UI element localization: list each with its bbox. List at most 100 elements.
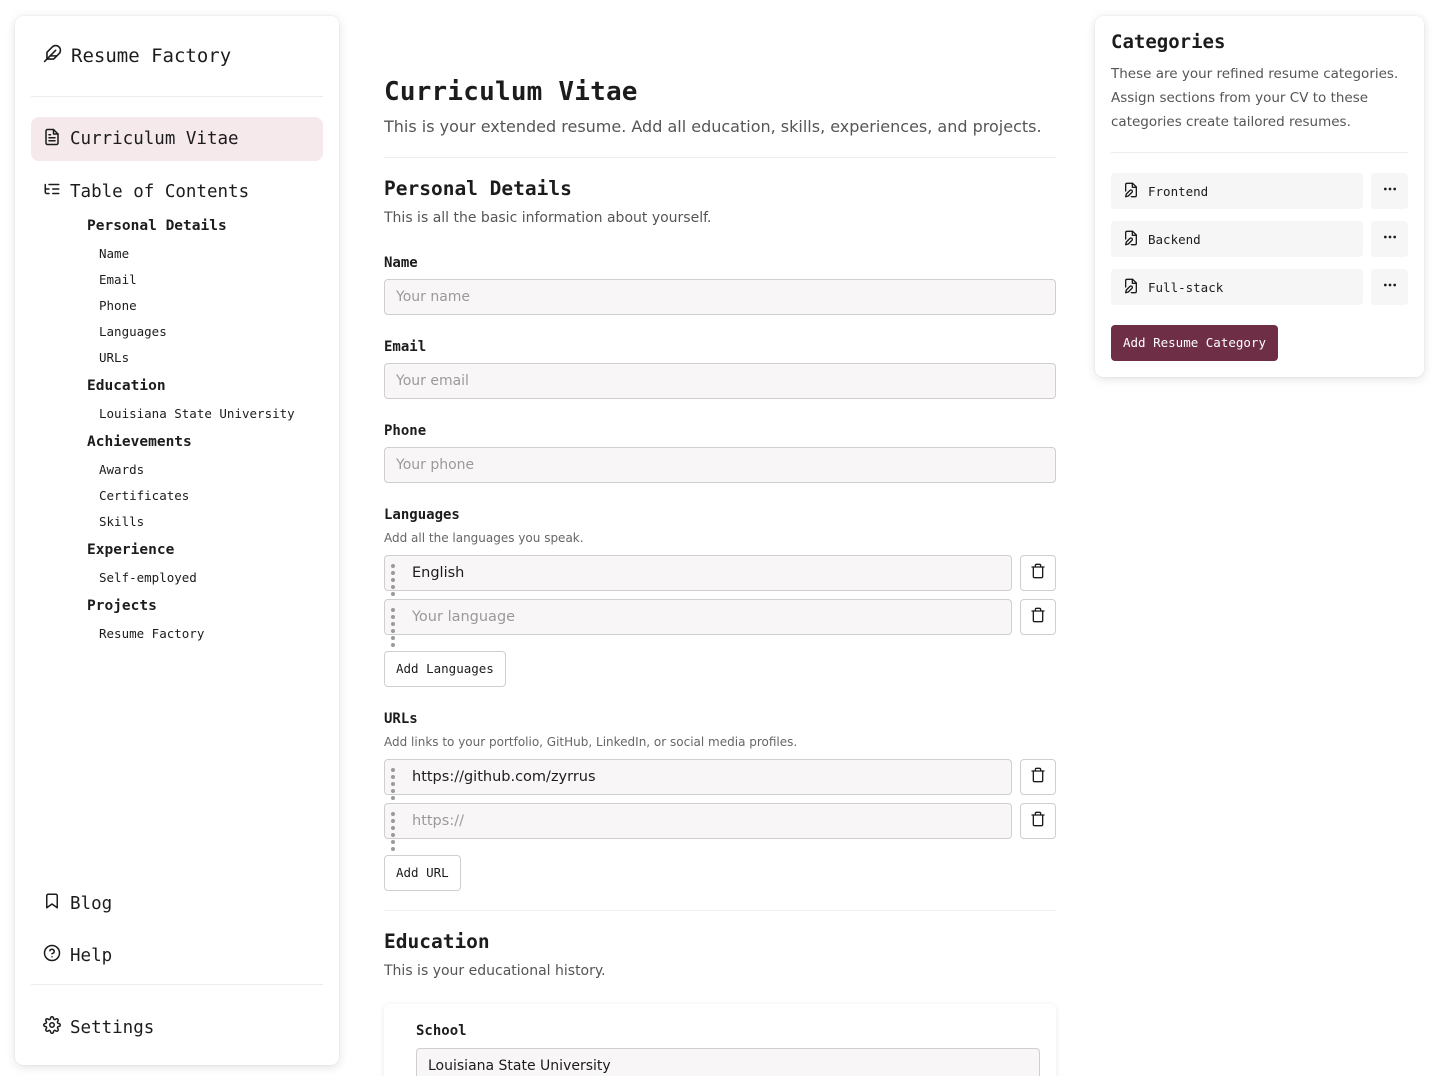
- category-label: Backend: [1148, 231, 1201, 247]
- email-field[interactable]: Your email: [384, 363, 1056, 399]
- toc-link-urls[interactable]: URLs: [87, 346, 327, 372]
- page-title: Curriculum Vitae: [384, 77, 638, 107]
- category-more-button[interactable]: [1371, 269, 1408, 305]
- trash-icon: [1030, 767, 1046, 787]
- delete-url-button[interactable]: [1020, 803, 1056, 839]
- personal-details-description: This is all the basic information about …: [384, 210, 712, 226]
- drag-handle-icon[interactable]: [389, 563, 403, 603]
- categories-title: Categories: [1111, 31, 1226, 53]
- list-tree-icon: [43, 180, 61, 203]
- url-field[interactable]: https://github.com/zyrrus: [384, 759, 1012, 807]
- categories-description: These are your refined resume categories…: [1111, 66, 1399, 130]
- category-more-button[interactable]: [1371, 221, 1408, 257]
- table-of-contents: Personal Details Name Email Phone Langua…: [87, 215, 327, 648]
- name-label: Name: [384, 255, 418, 271]
- toc-link-skills[interactable]: Skills: [87, 510, 327, 536]
- drag-handle-icon[interactable]: [389, 607, 403, 647]
- feather-icon: [43, 44, 62, 68]
- nav-item-label: Help: [70, 945, 113, 966]
- delete-language-button[interactable]: [1020, 555, 1056, 591]
- category-label: Frontend: [1148, 183, 1209, 199]
- email-label: Email: [384, 339, 427, 355]
- phone-field[interactable]: Your phone: [384, 447, 1056, 483]
- section-divider: [384, 910, 1056, 911]
- add-url-button[interactable]: Add URL: [384, 855, 461, 891]
- bookmark-icon: [43, 892, 61, 915]
- toc-section-projects[interactable]: Projects: [87, 595, 327, 620]
- education-card: School Louisiana State University: [384, 1004, 1056, 1076]
- toc-link-lsu[interactable]: Louisiana State University: [87, 402, 327, 428]
- more-horizontal-icon: [1382, 229, 1398, 249]
- nav-item-label: Settings: [70, 1017, 155, 1038]
- url-value: https://github.com/zyrrus: [412, 769, 596, 785]
- toc-section-education[interactable]: Education: [87, 375, 327, 400]
- phone-label: Phone: [384, 423, 427, 439]
- categories-panel: Categories These are your refined resume…: [1095, 16, 1424, 377]
- brand-name: Resume Factory: [71, 45, 232, 67]
- language-placeholder: Your language: [412, 609, 516, 625]
- help-circle-icon: [43, 944, 61, 967]
- toc-link-email[interactable]: Email: [87, 268, 327, 294]
- file-text-icon: [43, 128, 61, 151]
- more-horizontal-icon: [1382, 181, 1398, 201]
- school-field[interactable]: Louisiana State University: [416, 1048, 1040, 1076]
- toc-section-experience[interactable]: Experience: [87, 539, 327, 564]
- languages-label: Languages: [384, 507, 460, 523]
- add-resume-category-button[interactable]: Add Resume Category: [1111, 325, 1278, 361]
- sidebar: Resume Factory Curriculum Vitae Table of…: [15, 16, 339, 1065]
- toc-section-achievements[interactable]: Achievements: [87, 431, 327, 456]
- toc-link-self-employed[interactable]: Self-employed: [87, 566, 327, 592]
- url-field[interactable]: https://: [384, 803, 1012, 851]
- delete-language-button[interactable]: [1020, 599, 1056, 635]
- category-label: Full-stack: [1148, 279, 1224, 295]
- category-item-frontend[interactable]: Frontend: [1111, 173, 1363, 209]
- education-description: This is your educational history.: [384, 963, 606, 979]
- urls-help: Add links to your portfolio, GitHub, Lin…: [384, 735, 798, 749]
- toc-link-phone[interactable]: Phone: [87, 294, 327, 320]
- section-divider: [384, 157, 1056, 158]
- toc-link-certificates[interactable]: Certificates: [87, 484, 327, 510]
- nav-item-curriculum-vitae[interactable]: Curriculum Vitae: [31, 117, 323, 161]
- language-field[interactable]: English: [384, 555, 1012, 603]
- nav-item-label: Curriculum Vitae: [70, 129, 239, 149]
- file-pen-icon: [1123, 230, 1139, 249]
- nav-item-settings[interactable]: Settings: [43, 1016, 154, 1039]
- file-pen-icon: [1123, 278, 1139, 297]
- language-field[interactable]: Your language: [384, 599, 1012, 647]
- sidebar-divider: [31, 96, 323, 97]
- category-item-full-stack[interactable]: Full-stack: [1111, 269, 1363, 305]
- toc-section-personal-details[interactable]: Personal Details: [87, 215, 327, 240]
- toc-link-languages[interactable]: Languages: [87, 320, 327, 346]
- personal-details-heading: Personal Details: [384, 177, 572, 200]
- drag-handle-icon[interactable]: [389, 811, 403, 851]
- trash-icon: [1030, 607, 1046, 627]
- add-languages-button[interactable]: Add Languages: [384, 651, 506, 687]
- category-item-backend[interactable]: Backend: [1111, 221, 1363, 257]
- toc-title: Table of Contents: [70, 181, 250, 202]
- school-label: School: [416, 1023, 467, 1039]
- toc-link-awards[interactable]: Awards: [87, 458, 327, 484]
- category-more-button[interactable]: [1371, 173, 1408, 209]
- education-heading: Education: [384, 930, 490, 953]
- drag-handle-icon[interactable]: [389, 767, 403, 807]
- languages-help: Add all the languages you speak.: [384, 531, 584, 545]
- categories-divider: [1111, 152, 1408, 153]
- urls-label: URLs: [384, 711, 418, 727]
- toc-link-resume-factory[interactable]: Resume Factory: [87, 622, 327, 648]
- trash-icon: [1030, 811, 1046, 831]
- language-value: English: [412, 565, 465, 581]
- gear-icon: [43, 1016, 61, 1039]
- nav-item-label: Blog: [70, 893, 113, 914]
- sidebar-divider: [31, 984, 323, 985]
- delete-url-button[interactable]: [1020, 759, 1056, 795]
- name-field[interactable]: Your name: [384, 279, 1056, 315]
- trash-icon: [1030, 563, 1046, 583]
- file-pen-icon: [1123, 182, 1139, 201]
- toc-heading: Table of Contents: [43, 180, 249, 203]
- page-subtitle: This is your extended resume. Add all ed…: [384, 117, 1042, 136]
- toc-link-name[interactable]: Name: [87, 242, 327, 268]
- brand[interactable]: Resume Factory: [43, 44, 231, 68]
- nav-item-help[interactable]: Help: [43, 944, 112, 967]
- url-placeholder: https://: [412, 813, 464, 829]
- nav-item-blog[interactable]: Blog: [43, 892, 112, 915]
